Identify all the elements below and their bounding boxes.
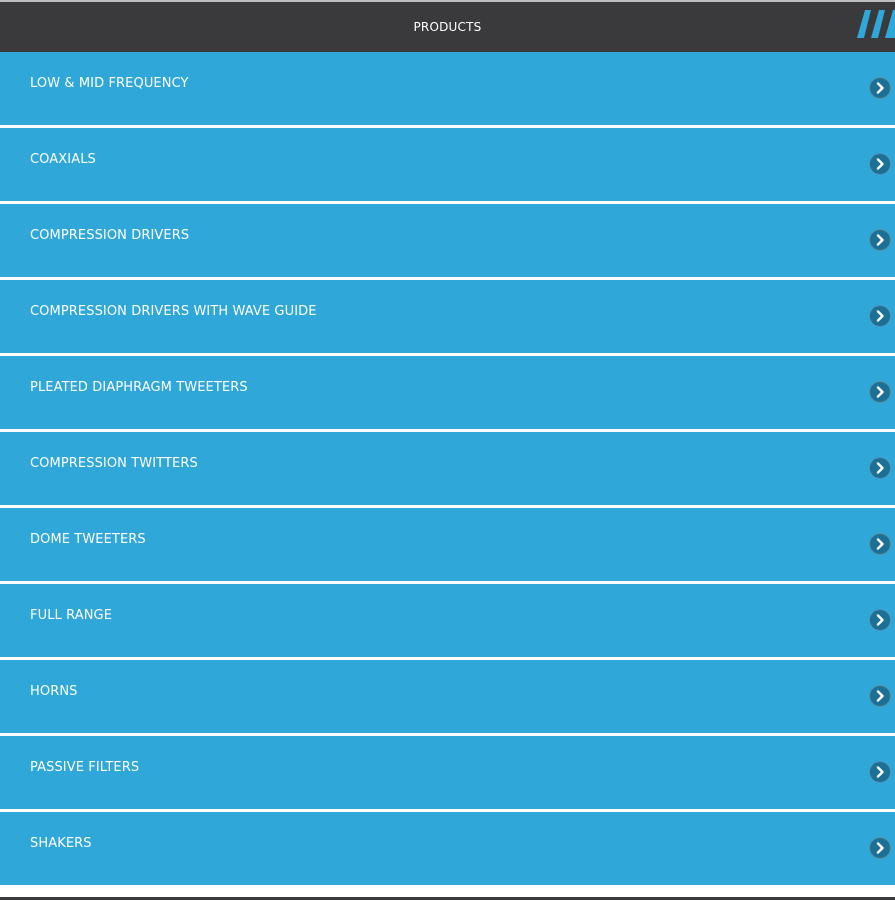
product-category-list: LOW & MID FREQUENCY COAXIALS COMPRESSION…: [0, 52, 895, 888]
list-item-shakers[interactable]: SHAKERS: [0, 812, 895, 885]
list-item-compression-twitters[interactable]: COMPRESSION TWITTERS: [0, 432, 895, 505]
list-item-compression-drivers-wave-guide[interactable]: COMPRESSION DRIVERS WITH WAVE GUIDE: [0, 280, 895, 353]
list-item-pleated-diaphragm-tweeters[interactable]: PLEATED DIAPHRAGM TWEETERS: [0, 356, 895, 429]
products-screen: PRODUCTS LOW & MID FREQUENCY COAXIALS CO…: [0, 0, 895, 900]
list-item-compression-drivers[interactable]: COMPRESSION DRIVERS: [0, 204, 895, 277]
list-item-label: COMPRESSION DRIVERS: [30, 228, 190, 243]
chevron-right-icon[interactable]: [869, 533, 891, 555]
chevron-right-icon[interactable]: [869, 305, 891, 327]
list-item-label: PASSIVE FILTERS: [30, 760, 140, 775]
list-item-horns[interactable]: HORNS: [0, 660, 895, 733]
chevron-right-icon[interactable]: [869, 457, 891, 479]
list-item-label: HORNS: [30, 684, 78, 699]
list-item-label: COAXIALS: [30, 152, 96, 167]
list-item-label: SHAKERS: [30, 836, 92, 851]
list-item-label: DOME TWEETERS: [30, 532, 146, 547]
page-title: PRODUCTS: [413, 20, 482, 34]
chevron-right-icon[interactable]: [869, 77, 891, 99]
chevron-right-icon[interactable]: [869, 609, 891, 631]
chevron-right-icon[interactable]: [869, 229, 891, 251]
list-item-label: LOW & MID FREQUENCY: [30, 76, 189, 91]
chevron-right-icon[interactable]: [869, 153, 891, 175]
header-bar: PRODUCTS: [0, 0, 895, 52]
list-item-label: PLEATED DIAPHRAGM TWEETERS: [30, 380, 248, 395]
chevron-right-icon[interactable]: [869, 381, 891, 403]
list-item-low-mid-frequency[interactable]: LOW & MID FREQUENCY: [0, 52, 895, 125]
list-item-dome-tweeters[interactable]: DOME TWEETERS: [0, 508, 895, 581]
list-item-label: FULL RANGE: [30, 608, 113, 623]
chevron-right-icon[interactable]: [869, 685, 891, 707]
brand-quote-logo-icon: [855, 8, 895, 42]
chevron-right-icon[interactable]: [869, 761, 891, 783]
list-item-passive-filters[interactable]: PASSIVE FILTERS: [0, 736, 895, 809]
chevron-right-icon[interactable]: [869, 837, 891, 859]
list-item-label: COMPRESSION DRIVERS WITH WAVE GUIDE: [30, 304, 317, 319]
list-item-coaxials[interactable]: COAXIALS: [0, 128, 895, 201]
list-item-label: COMPRESSION TWITTERS: [30, 456, 198, 471]
list-item-full-range[interactable]: FULL RANGE: [0, 584, 895, 657]
